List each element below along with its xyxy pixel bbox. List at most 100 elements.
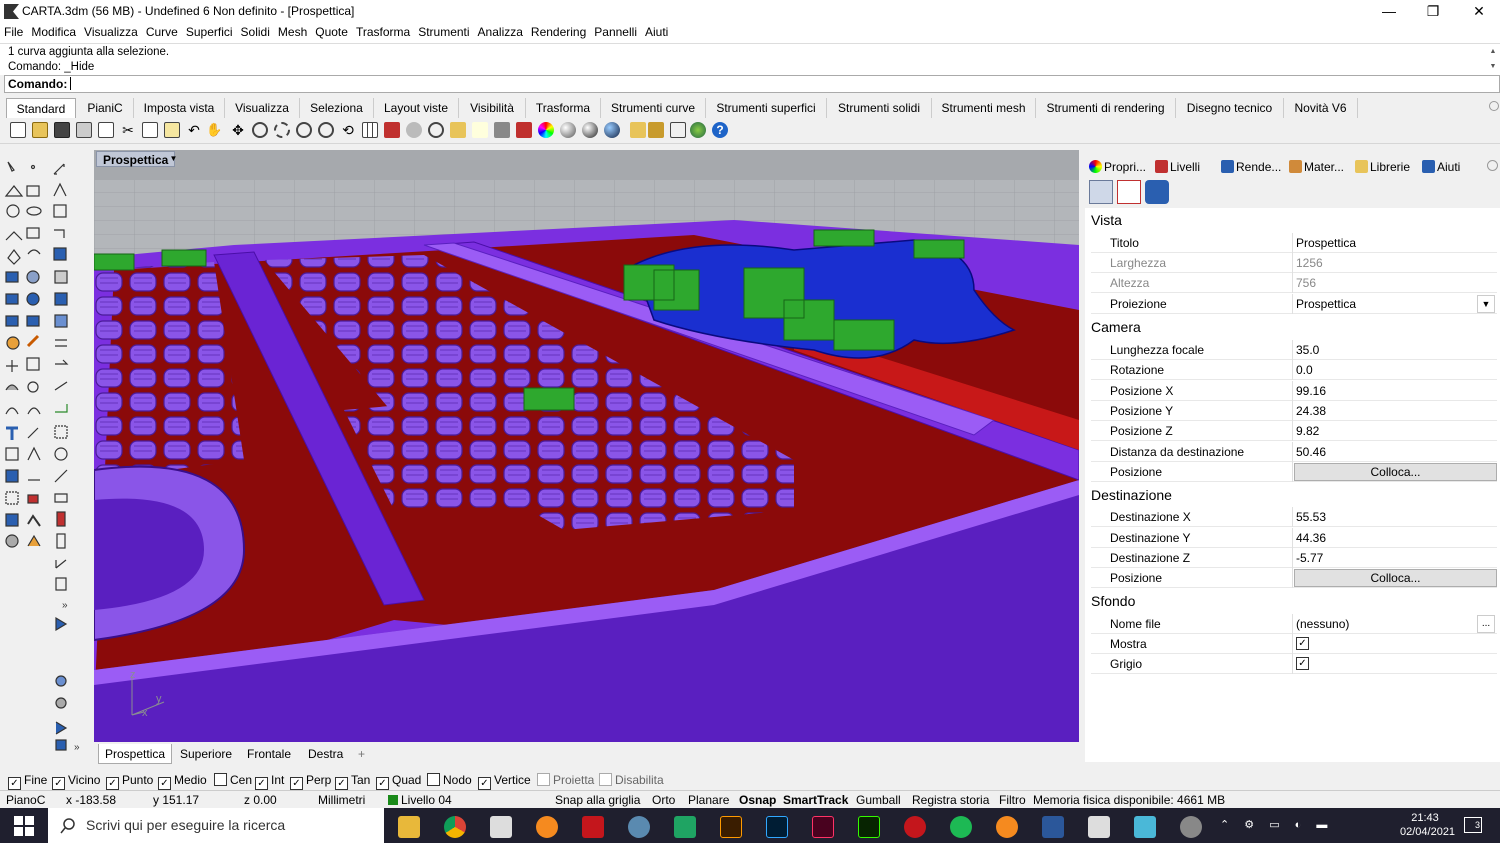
lock-icon[interactable] (494, 122, 510, 138)
spotify-icon[interactable] (950, 816, 972, 838)
value-destx[interactable]: 55.53 (1296, 510, 1326, 524)
tab-standard[interactable]: Standard (6, 98, 76, 118)
menu-modifica[interactable]: Modifica (27, 23, 80, 39)
globe-icon[interactable] (690, 122, 706, 138)
colloca-dest-button[interactable]: Colloca... (1294, 569, 1497, 587)
chrome-icon[interactable] (444, 816, 466, 838)
tab-superiore[interactable]: Superiore (174, 744, 238, 764)
osnap-tan[interactable]: ✓ Tan (335, 773, 370, 790)
osnap-nodo[interactable]: Nodo (427, 773, 472, 787)
value-distanza[interactable]: 50.46 (1296, 445, 1326, 459)
status-storia[interactable]: Registra storia (912, 793, 989, 807)
status-units[interactable]: Millimetri (318, 793, 365, 807)
status-smarttrack[interactable]: SmartTrack (783, 793, 848, 807)
value-destz[interactable]: -5.77 (1296, 551, 1323, 565)
menu-superfici[interactable]: Superfici (182, 23, 237, 39)
osnap-vertice[interactable]: ✓ Vertice (478, 773, 531, 790)
panel-gear-icon[interactable] (1487, 160, 1498, 171)
menu-aiuti[interactable]: Aiuti (641, 23, 672, 39)
cut-icon[interactable]: ✂ (120, 122, 136, 138)
menu-mesh[interactable]: Mesh (274, 23, 311, 39)
menu-trasforma[interactable]: Trasforma (352, 23, 414, 39)
autocad-icon[interactable] (582, 816, 604, 838)
system-tray-icons[interactable]: ⌃ ⚙ ▭ ◐ ▬ (1220, 818, 1333, 831)
perspective-viewport[interactable]: z y x (94, 150, 1079, 742)
osnap-perp[interactable]: ✓ Perp (290, 773, 331, 790)
value-nome-file[interactable]: (nessuno) (1296, 617, 1349, 631)
layer-icon[interactable] (516, 122, 532, 138)
tab-prospettica[interactable]: Prospettica (98, 744, 173, 764)
close-button[interactable]: ✕ (1456, 0, 1500, 23)
options-icon[interactable] (630, 122, 646, 138)
render-sphere-icon[interactable] (560, 122, 576, 138)
camera-icon[interactable] (1089, 180, 1113, 204)
tab-disegno-tecnico[interactable]: Disegno tecnico (1176, 98, 1284, 118)
menu-analizza[interactable]: Analizza (474, 23, 527, 39)
import-icon[interactable] (98, 122, 114, 138)
dreamweaver-icon[interactable] (858, 816, 880, 838)
rotate-view-icon[interactable]: ⟲ (340, 122, 356, 138)
tab-materiali[interactable]: Mater... (1289, 160, 1344, 174)
open-folder-icon[interactable] (32, 122, 48, 138)
car-icon[interactable] (384, 122, 400, 138)
display-mode-icon[interactable] (1145, 180, 1169, 204)
menu-solidi[interactable]: Solidi (237, 23, 274, 39)
drive-icon[interactable] (674, 816, 696, 838)
print-icon[interactable] (76, 122, 92, 138)
cplane-icon[interactable] (428, 122, 444, 138)
status-gumball[interactable]: Gumball (856, 793, 901, 807)
tab-frontale[interactable]: Frontale (241, 744, 297, 764)
help-icon[interactable]: ? (712, 122, 728, 138)
windows-start-icon[interactable] (14, 816, 34, 836)
tab-destra[interactable]: Destra (302, 744, 349, 764)
status-layer[interactable]: Livello 04 (388, 793, 452, 807)
colloca-camera-button[interactable]: Colloca... (1294, 463, 1497, 481)
tab-strumenti-mesh[interactable]: Strumenti mesh (932, 98, 1036, 118)
tab-proprieta[interactable]: Propri... (1089, 160, 1146, 174)
tab-trasforma[interactable]: Trasforma (526, 98, 601, 118)
menu-quote[interactable]: Quote (311, 23, 352, 39)
status-plane[interactable]: PianoC (6, 793, 45, 807)
move-view-icon[interactable]: ✥ (230, 122, 246, 138)
light-bulb-icon[interactable] (472, 122, 488, 138)
mostra-checkbox[interactable]: ✓ (1296, 637, 1309, 650)
scroll-down-icon[interactable]: ▼ (1488, 62, 1498, 71)
value-desty[interactable]: 44.36 (1296, 531, 1326, 545)
save-icon[interactable] (54, 122, 70, 138)
gear-icon[interactable] (1489, 101, 1499, 111)
viewport-title[interactable]: Prospettica (96, 151, 176, 167)
scene-render[interactable]: z y x (94, 150, 1079, 742)
notifications-icon[interactable]: 3 (1464, 817, 1482, 833)
menu-rendering[interactable]: Rendering (527, 23, 590, 39)
blender-icon[interactable] (536, 816, 558, 838)
osnap-cen[interactable]: Cen (214, 773, 252, 787)
osnap-vicino[interactable]: ✓ Vicino (52, 773, 100, 790)
tab-livelli[interactable]: Livelli (1155, 160, 1200, 174)
osnap-quad[interactable]: ✓ Quad (376, 773, 421, 790)
tab-librerie[interactable]: Librerie (1355, 160, 1410, 174)
cube-app-icon[interactable] (1134, 816, 1156, 838)
pan-hand-icon[interactable]: ✋ (206, 122, 222, 138)
value-focale[interactable]: 35.0 (1296, 343, 1319, 357)
word-icon[interactable] (1042, 816, 1064, 838)
lock-view-icon[interactable] (406, 122, 422, 138)
creative-cloud-icon[interactable] (904, 816, 926, 838)
copy-icon[interactable] (142, 122, 158, 138)
zoom-window-icon[interactable] (274, 122, 290, 138)
value-posy[interactable]: 24.38 (1296, 404, 1326, 418)
taskbar-search-input[interactable]: Scrivi qui per eseguire la ricerca (48, 808, 384, 843)
add-viewport-button[interactable]: + (352, 744, 371, 764)
color-wheel-icon[interactable] (538, 122, 554, 138)
blender2-icon[interactable] (996, 816, 1018, 838)
zoom-extents-icon[interactable] (296, 122, 312, 138)
menu-strumenti[interactable]: Strumenti (414, 23, 473, 39)
viewport-frame-icon[interactable] (1117, 180, 1141, 204)
tab-visibilita[interactable]: Visibilità (459, 98, 526, 118)
blue-sphere-icon[interactable] (604, 122, 620, 138)
tab-aiuti[interactable]: Aiuti (1422, 160, 1460, 174)
chevron-down-icon[interactable]: ▼ (1477, 295, 1495, 313)
grigio-checkbox[interactable]: ✓ (1296, 657, 1309, 670)
osnap-disabilita[interactable]: Disabilita (599, 773, 664, 787)
tab-layout-viste[interactable]: Layout viste (374, 98, 459, 118)
menu-visualizza[interactable]: Visualizza (80, 23, 142, 39)
